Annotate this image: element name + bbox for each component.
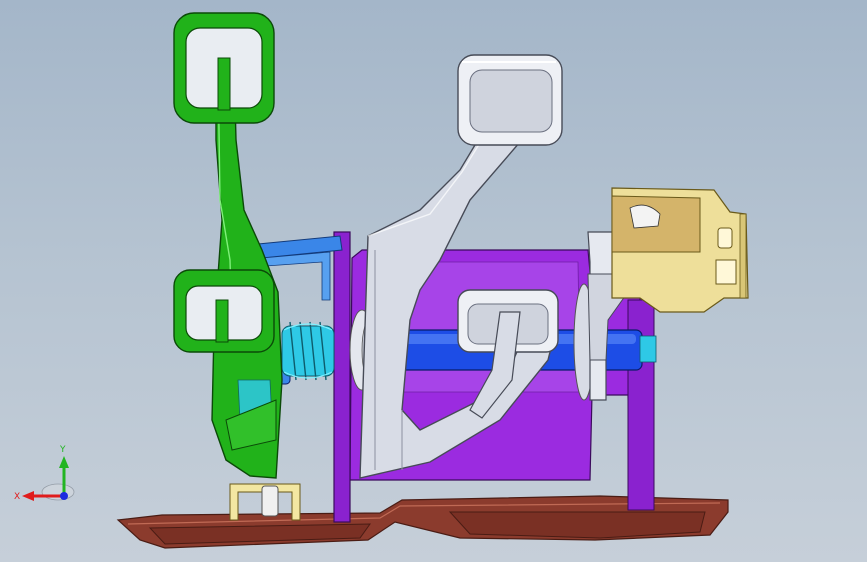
green-lower-pedal-pad[interactable] (173, 269, 275, 353)
upper-silver-pedal-pad[interactable] (457, 54, 563, 146)
green-upper-pedal-pad[interactable] (173, 12, 275, 124)
pedal-assembly-model[interactable] (0, 0, 867, 562)
axis-triad: Y X (14, 445, 75, 502)
yellow-switch-bracket[interactable] (611, 187, 749, 313)
return-spring[interactable] (281, 321, 335, 381)
x-axis-label: X (14, 492, 20, 502)
z-axis-dot (60, 492, 68, 500)
cad-viewport[interactable]: Y X (0, 0, 867, 562)
y-axis-label: Y (59, 445, 66, 455)
purple-side-plate (333, 231, 351, 523)
